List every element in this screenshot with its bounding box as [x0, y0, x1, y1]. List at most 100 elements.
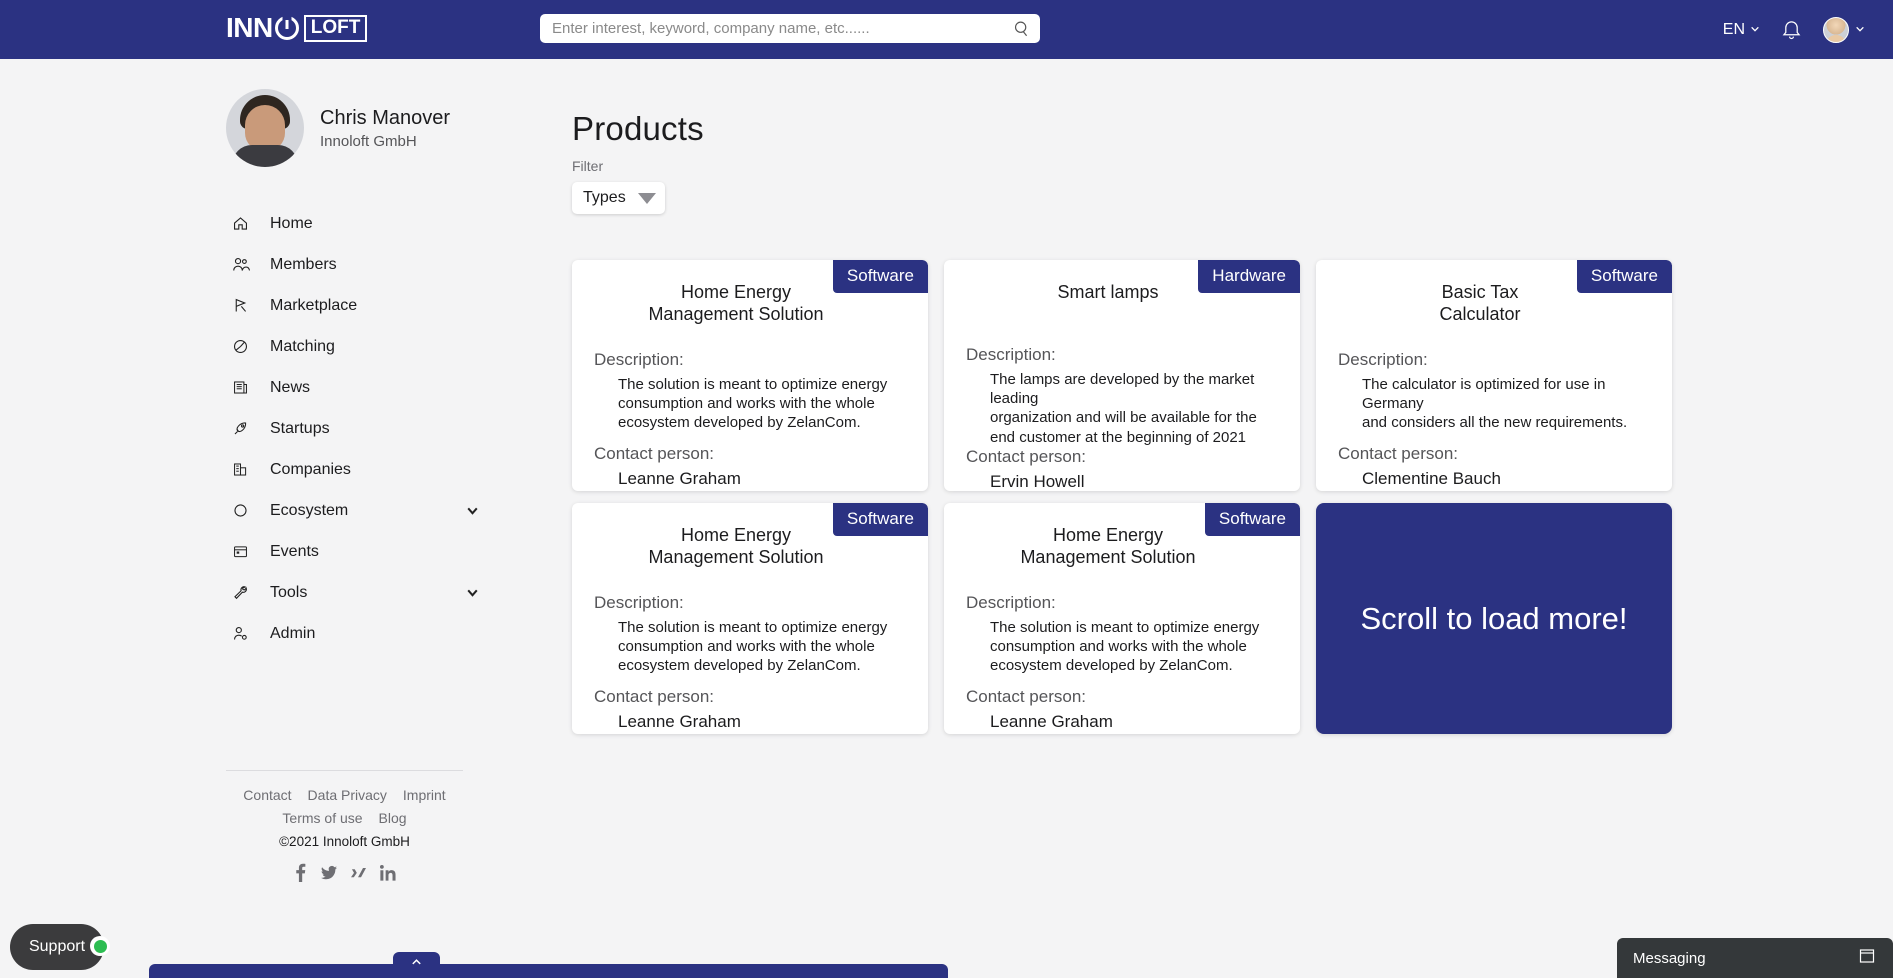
product-card[interactable]: Software Home Energy Management Solution…: [572, 503, 928, 734]
window-icon[interactable]: [1859, 948, 1875, 968]
xing-icon[interactable]: [350, 863, 366, 882]
profile-organization: Innoloft GmbH: [320, 133, 417, 150]
status-badge: Hardware: [1198, 260, 1300, 293]
sidebar-item-marketplace[interactable]: Marketplace: [226, 285, 514, 326]
footer-link-terms-of-use[interactable]: Terms of use: [282, 810, 362, 826]
contact-label: Contact person:: [966, 687, 1087, 707]
linkedin-icon[interactable]: [379, 863, 396, 882]
chevron-down-icon[interactable]: [465, 585, 480, 600]
innoloft-logo[interactable]: INN LOFT: [226, 12, 368, 44]
product-description: The solution is meant to optimize energy…: [990, 618, 1260, 675]
calendar-icon: [232, 543, 258, 560]
search-icon[interactable]: [1013, 20, 1030, 37]
profile-name: Chris Manover: [320, 107, 451, 129]
avatar: [1823, 16, 1849, 43]
footer-copyright: ©2021 Innoloft GmbH: [279, 834, 410, 849]
product-card[interactable]: Software Home Energy Management Solution…: [572, 260, 928, 491]
support-label: Support: [28, 938, 86, 955]
scroll-to-top-button[interactable]: [393, 952, 440, 978]
product-card[interactable]: Software Basic Tax Calculator Descriptio…: [1316, 260, 1672, 491]
contact-phone: 1-770-736-8031 x56442: [594, 733, 906, 734]
footer-links-row-2: Terms of use Blog: [226, 810, 463, 826]
sidebar-item-admin[interactable]: Admin: [226, 613, 514, 654]
members-icon: [232, 256, 258, 273]
contact-name: Leanne Graham: [990, 712, 1113, 732]
global-search[interactable]: [540, 14, 1040, 43]
sidebar-item-startups[interactable]: Startups: [226, 408, 514, 449]
page-title: Products: [572, 110, 704, 147]
search-input[interactable]: [540, 20, 1013, 37]
bell-icon[interactable]: [1782, 19, 1801, 40]
contact-label: Contact person:: [1338, 444, 1459, 464]
sidebar-item-companies[interactable]: Companies: [226, 449, 514, 490]
product-card[interactable]: Software Home Energy Management Solution…: [944, 503, 1300, 734]
support-button[interactable]: Support: [10, 924, 110, 970]
sidebar-item-ecosystem[interactable]: Ecosystem: [226, 490, 514, 531]
social-links: [226, 863, 463, 882]
sidebar-item-home[interactable]: Home: [226, 203, 514, 244]
sidebar-item-label: News: [270, 378, 311, 396]
sidebar: Chris Manover Innoloft GmbH Home Members…: [226, 59, 514, 882]
home-icon: [232, 215, 258, 232]
sidebar-item-label: Companies: [270, 460, 351, 478]
facebook-icon[interactable]: [294, 863, 307, 882]
messaging-label: Messaging: [1633, 949, 1706, 967]
contact-name: Ervin Howell: [990, 471, 1085, 491]
sidebar-item-label: Startups: [270, 419, 330, 437]
footer-link-imprint[interactable]: Imprint: [403, 787, 446, 803]
scroll-to-load-more-panel[interactable]: Scroll to load more!: [1316, 503, 1672, 734]
logo-loft-text: LOFT: [303, 14, 368, 42]
sidebar-footer: Contact Data Privacy Imprint Terms of us…: [226, 771, 463, 882]
marketplace-icon: [232, 297, 258, 314]
types-filter-dropdown[interactable]: Types: [572, 182, 665, 214]
status-badge: Software: [832, 503, 928, 536]
status-badge: Software: [1204, 503, 1300, 536]
admin-user-icon: [232, 625, 258, 642]
sidebar-item-tools[interactable]: Tools: [226, 572, 514, 613]
sidebar-profile[interactable]: Chris Manover Innoloft GmbH: [226, 59, 514, 167]
chevron-down-icon: [1855, 21, 1865, 39]
sidebar-item-label: Marketplace: [270, 296, 358, 314]
product-description: The lamps are developed by the market le…: [990, 371, 1257, 446]
product-description: The solution is meant to optimize energy…: [618, 375, 888, 432]
description-label: Description:: [594, 592, 684, 612]
language-selector[interactable]: EN: [1723, 21, 1760, 39]
twitter-icon[interactable]: [320, 863, 337, 882]
load-more-label: Scroll to load more!: [1360, 600, 1628, 636]
sidebar-item-label: Admin: [270, 624, 316, 642]
triangle-down-icon: [638, 192, 656, 204]
sidebar-item-label: Events: [270, 542, 319, 560]
contact-phone: 1-463-123-4447: [1338, 490, 1650, 491]
online-dot-icon: [90, 936, 110, 956]
contact-name: Leanne Graham: [618, 712, 741, 732]
description-label: Description:: [966, 592, 1056, 612]
contact-name: Leanne Graham: [618, 469, 741, 489]
chevron-down-icon[interactable]: [465, 503, 480, 518]
chevron-up-icon: [410, 956, 423, 974]
footer-link-contact[interactable]: Contact: [243, 787, 291, 803]
sidebar-item-events[interactable]: Events: [226, 531, 514, 572]
product-card[interactable]: Hardware Smart lamps Description: The la…: [944, 260, 1300, 491]
sidebar-item-news[interactable]: News: [226, 367, 514, 408]
messaging-panel[interactable]: Messaging: [1617, 938, 1893, 978]
sidebar-item-members[interactable]: Members: [226, 244, 514, 285]
description-label: Description:: [966, 345, 1056, 364]
sidebar-item-matching[interactable]: Matching: [226, 326, 514, 367]
sidebar-item-label: Members: [270, 255, 337, 273]
contact-name: Clementine Bauch: [1362, 469, 1501, 489]
products-grid: Software Home Energy Management Solution…: [572, 260, 1712, 734]
contact-phone: 1-770-736-8031 x56442: [966, 733, 1278, 734]
status-badge: Software: [1576, 260, 1672, 293]
footer-link-data-privacy[interactable]: Data Privacy: [308, 787, 387, 803]
footer-link-blog[interactable]: Blog: [379, 810, 407, 826]
description-label: Description:: [594, 349, 684, 369]
sidebar-item-label: Home: [270, 214, 313, 232]
product-description: The solution is meant to optimize energy…: [618, 618, 888, 675]
sidebar-nav: Home Members Marketplace Matching News S…: [226, 203, 514, 654]
contact-label: Contact person:: [594, 687, 715, 707]
product-description: The calculator is optimized for use in G…: [1362, 375, 1628, 432]
contact-label: Contact person:: [966, 446, 1087, 466]
news-icon: [232, 379, 258, 396]
user-menu[interactable]: [1823, 16, 1865, 43]
sidebar-item-label: Matching: [270, 337, 335, 355]
